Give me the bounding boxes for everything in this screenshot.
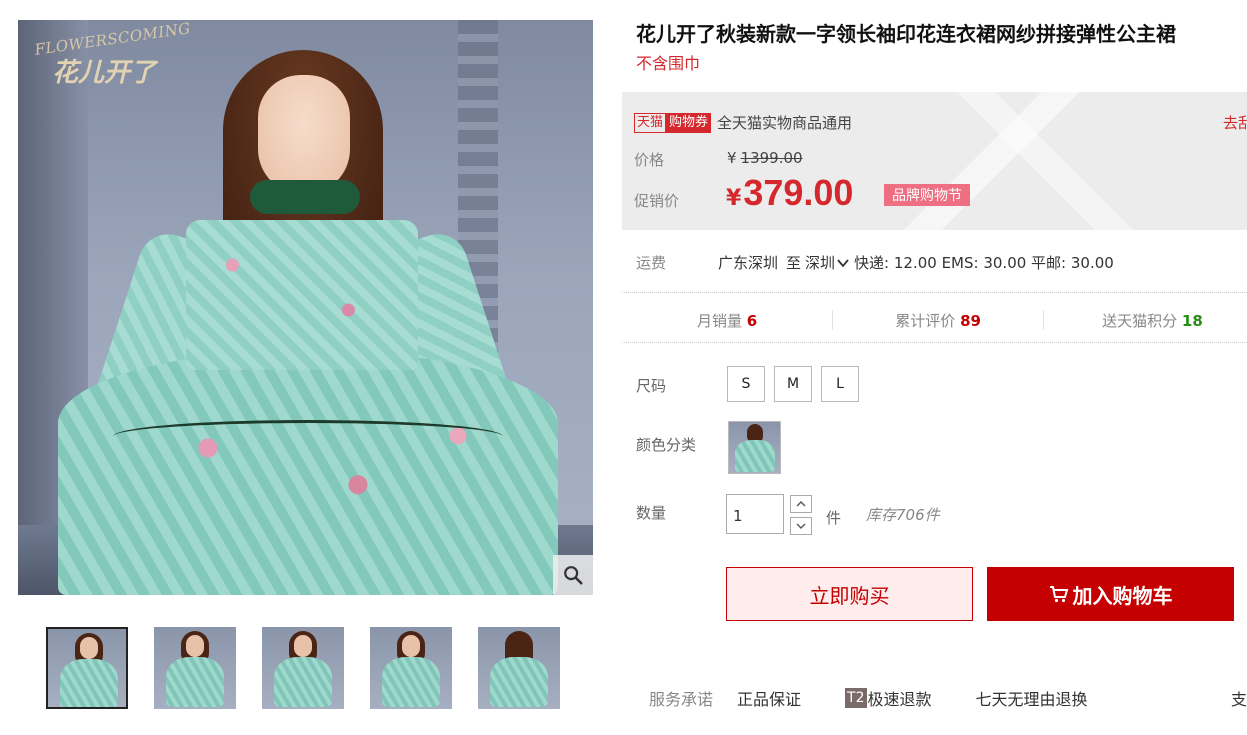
zoom-button[interactable] — [553, 555, 593, 595]
add-to-cart-button[interactable]: 加入购物车 — [987, 567, 1234, 621]
monthly-sales-value: 6 — [746, 311, 758, 330]
review-count[interactable]: 累计评价 89 — [833, 310, 1043, 331]
size-label: 尺码 — [636, 377, 667, 395]
review-count-label: 累计评价 — [895, 311, 956, 330]
brand-watermark-zh: 花儿开了 — [52, 58, 157, 88]
thumbnail-3[interactable] — [262, 627, 344, 709]
stock-count: 库存706件 — [866, 506, 940, 524]
dress-bodice — [186, 220, 418, 370]
service-fast-refund-label: 极速退款 — [867, 690, 932, 709]
promo-price: ¥ 379.00 — [726, 172, 853, 214]
magnifier-icon — [564, 566, 583, 585]
t2-badge: T2 — [845, 688, 867, 708]
promo-price-value: 379.00 — [743, 172, 854, 213]
dress-skirt — [58, 350, 558, 595]
original-price-value: 1399.00 — [740, 149, 803, 167]
dress-trim — [113, 420, 503, 453]
color-option-swatch[interactable] — [728, 421, 781, 474]
promo-price-label: 促销价 — [634, 192, 680, 210]
service-authentic[interactable]: 正品保证 — [737, 686, 801, 710]
main-product-image[interactable]: FLOWERSCOMING 花儿开了 — [18, 20, 593, 595]
shipping-rates: 快递: 12.00 EMS: 30.00 平邮: 30.00 — [854, 254, 1114, 272]
product-title: 花儿开了秋装新款一字领长袖印花连衣裙网纱拼接弹性公主裙 — [636, 22, 1176, 46]
size-option-m[interactable]: M — [774, 366, 812, 402]
shipping-destination-label: 深圳 — [805, 254, 836, 272]
original-price-currency: ¥ — [727, 149, 737, 167]
original-price-label: 价格 — [634, 151, 665, 169]
quantity-input[interactable]: 1 — [726, 494, 784, 534]
tmall-points: 送天猫积分 18 — [1044, 310, 1247, 331]
quantity-increase-button[interactable] — [790, 495, 812, 513]
coupon-text: 全天猫实物商品通用 — [717, 114, 853, 132]
promo-tag: 品牌购物节 — [884, 184, 970, 206]
chevron-up-icon — [796, 501, 806, 507]
thumbnail-2[interactable] — [154, 627, 236, 709]
divider — [622, 292, 1247, 293]
coupon-row: 天猫 购物券 全天猫实物商品通用 — [634, 112, 852, 133]
divider — [622, 342, 1247, 343]
chevron-down-icon — [796, 523, 806, 529]
service-more[interactable]: 支 — [1231, 686, 1247, 710]
promo-price-currency: ¥ — [726, 186, 742, 211]
service-7day-return-label: 七天无理由退换 — [975, 690, 1088, 709]
service-fast-refund[interactable]: T2 极速退款 — [845, 686, 932, 710]
monthly-sales-label: 月销量 — [696, 311, 742, 330]
model-face — [258, 75, 350, 195]
review-count-value: 89 — [960, 311, 981, 330]
product-subtitle: 不含围巾 — [636, 54, 701, 73]
size-option-l[interactable]: L — [821, 366, 859, 402]
size-options: S M L — [727, 366, 859, 402]
shipping-to-prefix: 至 — [786, 254, 802, 272]
stats-bar: 月销量 6 累计评价 89 送天猫积分 18 — [622, 300, 1247, 340]
thumbnail-4[interactable] — [370, 627, 452, 709]
tmall-tag: 天猫 — [634, 112, 667, 133]
original-price: ¥1399.00 — [727, 149, 803, 167]
quantity-unit: 件 — [826, 509, 842, 527]
coupon-tag: 购物券 — [666, 112, 712, 133]
services-label: 服务承诺 — [649, 690, 714, 709]
thumbnail-1[interactable] — [46, 627, 128, 709]
coupon-link[interactable]: 去刮 — [1223, 112, 1247, 133]
thumbnail-strip — [46, 627, 560, 709]
shipping-destination[interactable]: 深圳 — [805, 252, 854, 273]
service-7day-return[interactable]: 七天无理由退换 — [976, 686, 1088, 710]
thumbnail-5[interactable] — [478, 627, 560, 709]
tmall-points-value: 18 — [1181, 311, 1203, 330]
quantity-label: 数量 — [636, 504, 667, 522]
quantity-decrease-button[interactable] — [790, 517, 812, 535]
cart-icon — [1049, 586, 1068, 603]
size-option-s[interactable]: S — [727, 366, 765, 402]
color-label: 颜色分类 — [636, 436, 697, 454]
shipping-row: 运费 广东深圳 至 深圳 快递: 12.00 EMS: 30.00 平邮: 30… — [636, 252, 1114, 273]
chevron-down-icon — [837, 259, 849, 268]
model-scarf — [250, 180, 360, 214]
service-authentic-label: 正品保证 — [737, 690, 802, 709]
tmall-points-label: 送天猫积分 — [1102, 311, 1178, 330]
monthly-sales: 月销量 6 — [622, 310, 832, 331]
brand-watermark: FLOWERSCOMING 花儿开了 — [34, 20, 192, 89]
price-panel: 天猫 购物券 全天猫实物商品通用 去刮 价格 ¥1399.00 促销价 ¥ 37… — [622, 92, 1247, 230]
add-to-cart-label: 加入购物车 — [1072, 583, 1173, 608]
shipping-from: 广东深圳 — [718, 254, 779, 272]
service-promises: 服务承诺 正品保证 T2 极速退款 七天无理由退换 — [649, 686, 1132, 710]
shipping-label: 运费 — [636, 254, 667, 272]
buy-now-button[interactable]: 立即购买 — [726, 567, 973, 621]
